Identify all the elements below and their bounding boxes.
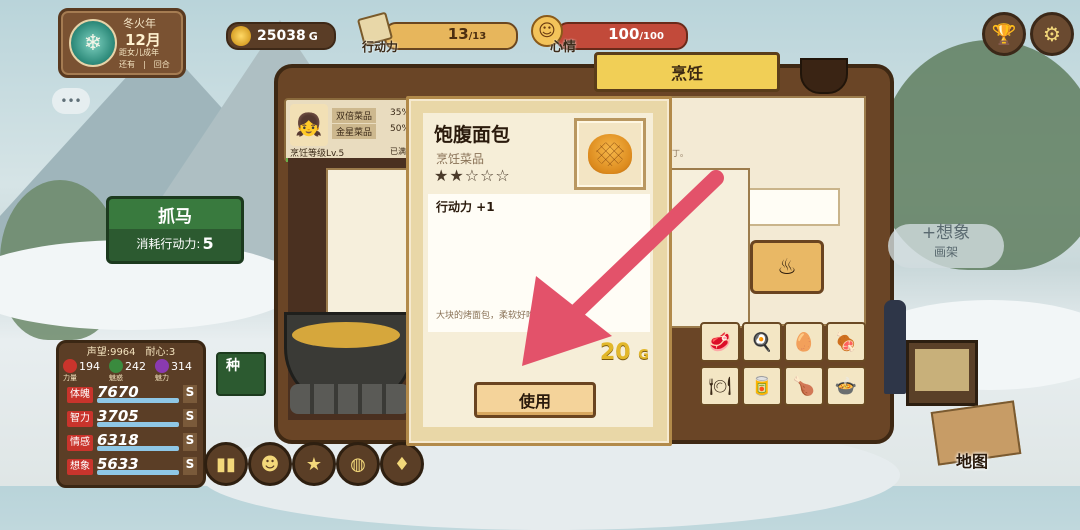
charm-mini: 242 — [109, 359, 146, 373]
level-full-label: 已满 — [390, 147, 406, 156]
easel-sign[interactable] — [906, 340, 978, 406]
stew-icon — [292, 322, 400, 348]
charisma-mini: 314 — [155, 359, 192, 373]
plant-label: 种 — [226, 358, 240, 374]
star-icon[interactable]: ★ — [292, 442, 336, 486]
stat-rank: S — [183, 385, 197, 403]
stat-label: 情感 — [67, 435, 93, 451]
card-icon[interactable]: ♦ — [380, 442, 424, 486]
recipe-input-field[interactable] — [742, 188, 840, 226]
stat-row-intellect: 智力 3705 S — [67, 407, 197, 429]
item-price-value: 20 — [600, 340, 631, 365]
chat-icon[interactable]: ••• — [52, 88, 90, 114]
item-description: 大块的烤面包，柔软好吃。 — [436, 311, 545, 321]
action-max: /13 — [468, 31, 487, 42]
reputation-header: 声望:9964 耐心:3 — [86, 347, 176, 358]
action-value: 13 — [447, 25, 469, 43]
steak-icon[interactable]: 🍖 — [826, 322, 866, 362]
stat-label: 体魄 — [67, 387, 93, 403]
recipe-hint: 丁。 — [672, 149, 688, 158]
avatar: 👧 — [290, 104, 328, 146]
strength-mini: 194 — [63, 359, 100, 373]
stat-row-physique: 体魄 7670 S — [67, 383, 197, 405]
cooking-tab-title: 烹饪 — [594, 52, 780, 92]
plant-action-button[interactable]: 种 — [216, 352, 266, 396]
fire-logs-icon — [290, 384, 410, 414]
gold-counter: 25038 G — [226, 22, 336, 50]
season-info-line2: 还有 | 回合 — [119, 60, 170, 69]
item-price-unit: G — [638, 348, 649, 363]
stat-value: 6318 — [97, 431, 139, 449]
item-effect-box: 行动力 +1 大块的烤面包，柔软好吃。 — [428, 194, 650, 332]
stat-value: 5633 — [97, 455, 139, 473]
season-badge[interactable]: ❄ 冬火年 12月 距女儿成年 还有 | 回合 — [58, 8, 186, 78]
stat-rank: S — [183, 457, 197, 475]
season-info-line1: 距女儿成年 — [119, 48, 159, 57]
chart-icon[interactable]: ▮▮ — [204, 442, 248, 486]
stat-value: 3705 — [97, 407, 139, 425]
gear-icon[interactable]: ⚙ — [1030, 12, 1074, 56]
imagine-title: +想象 — [921, 223, 971, 243]
item-effect: 行动力 +1 — [436, 200, 495, 214]
stat-rank: S — [183, 409, 197, 427]
charisma-label: 魅力 — [155, 374, 169, 382]
map-button[interactable]: 地图 — [926, 400, 1024, 471]
action-label: 行动力 — [362, 40, 399, 54]
stats-panel: 声望:9964 耐心:3 194 242 314 力量 魅惑 魅力 体魄 767… — [56, 340, 206, 488]
item-name: 饱腹面包 — [434, 124, 511, 146]
trophy-icon[interactable]: 🏆 — [982, 12, 1026, 56]
zhuama-title: 抓马 — [109, 199, 241, 229]
mood-label: 心情 — [550, 40, 577, 55]
gold-star-dish-label: 金星菜品 — [332, 124, 377, 139]
stat-value: 7670 — [97, 383, 139, 401]
mood-value: 100 — [608, 25, 640, 43]
egg-icon[interactable]: 🍳 — [742, 322, 782, 362]
double-dish-label: 双倍菜品 — [332, 108, 377, 123]
charisma-value: 314 — [171, 359, 192, 373]
item-price: 20 G — [600, 340, 649, 365]
strength-label: 力量 — [63, 374, 77, 382]
cook-recipe-paper — [668, 168, 750, 328]
mood-max: /100 — [639, 31, 664, 42]
use-button[interactable]: 使用 — [474, 382, 596, 418]
egg-icon[interactable]: 🥚 — [784, 322, 824, 362]
dish-icon[interactable]: 🍽 — [700, 366, 740, 406]
cook-pot-button[interactable]: ♨ — [750, 240, 824, 294]
chef-info-card: 👧 双倍菜品 金星菜品 35% 50% 烹饪等级Lv.5 已满 — [284, 98, 416, 162]
zhuama-action-button[interactable]: 抓马 消耗行动力: 5 — [106, 196, 244, 264]
imagine-sub: 画架 — [933, 245, 958, 259]
gold-value: 25038 — [257, 28, 306, 44]
bag-icon[interactable]: ◍ — [336, 442, 380, 486]
strength-value: 194 — [79, 359, 100, 373]
bread-icon — [574, 118, 646, 190]
stat-row-emotion: 情感 6318 S — [67, 431, 197, 453]
coin-icon — [231, 26, 251, 46]
zhuama-cost-label: 消耗行动力: — [136, 236, 201, 251]
villager-figure — [884, 300, 906, 394]
item-type: 烹饪菜品 — [436, 152, 485, 166]
action-points-bar: 13/13 — [384, 22, 518, 50]
zhuama-cost-value: 5 — [202, 233, 214, 253]
charm-label: 魅惑 — [109, 374, 123, 382]
bowl-icon[interactable]: 🍲 — [826, 366, 866, 406]
imagine-easel-button[interactable]: +想象 画架 — [888, 223, 1004, 268]
stat-label: 想象 — [67, 459, 93, 475]
drink-icon[interactable]: 🥫 — [742, 366, 782, 406]
meat-icon[interactable]: 🍗 — [784, 366, 824, 406]
stat-row-imagination: 想象 5633 S — [67, 455, 197, 477]
item-stars: ★★☆☆☆ — [434, 166, 511, 185]
map-label: 地图 — [956, 452, 989, 471]
character-icon[interactable]: ☻ — [248, 442, 292, 486]
stat-rank: S — [183, 433, 197, 451]
pot-icon — [800, 58, 848, 94]
recipe-slot-left — [326, 168, 416, 322]
snowflake-emblem-icon: ❄ — [69, 19, 117, 67]
gold-unit: G — [308, 29, 318, 43]
ingredient-grid: 🥩 🍳 🥚 🍖 🍽 🥫 🍗 🍲 — [696, 318, 868, 408]
stat-label: 智力 — [67, 411, 93, 427]
meat-icon[interactable]: 🥩 — [700, 322, 740, 362]
charm-value: 242 — [125, 359, 146, 373]
